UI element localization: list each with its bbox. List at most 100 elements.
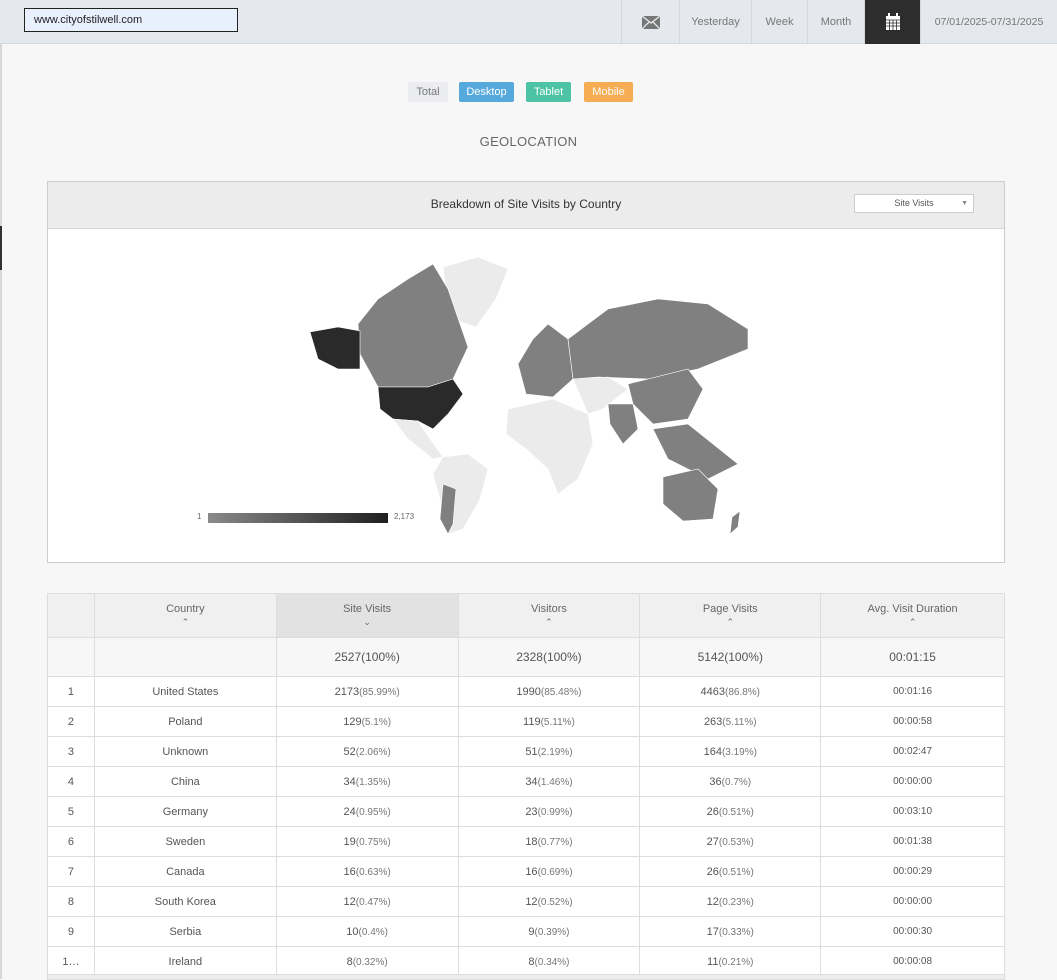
- site-selector-input[interactable]: [24, 8, 238, 32]
- country-cell: China: [93, 766, 277, 797]
- header-label: Page Visits: [702, 603, 758, 615]
- table-row[interactable]: 8 South Korea 12(0.47%) 12(0.52%) 12(0.2…: [47, 886, 1005, 917]
- top-bar: Yesterday Week Month 07/01/2025-07/31/20…: [0, 0, 1057, 44]
- country-cell: Canada: [93, 856, 277, 887]
- pct: (0.23%): [718, 896, 754, 908]
- pct: (0.33%): [718, 926, 754, 938]
- legend-gradient: [208, 513, 388, 523]
- calendar-button[interactable]: [864, 0, 920, 44]
- visitors-header[interactable]: Visitors ⌃: [457, 593, 641, 638]
- map-russia: [567, 298, 749, 380]
- pct: (0.95%): [355, 806, 391, 818]
- pct: (0.4%): [358, 926, 388, 938]
- yesterday-button[interactable]: Yesterday: [679, 0, 751, 44]
- pct: (0.39%): [534, 926, 570, 938]
- pct: (0.47%): [355, 896, 391, 908]
- value: 18: [525, 835, 538, 848]
- map-new-zealand: [729, 510, 741, 535]
- country-cell: South Korea: [93, 886, 277, 917]
- week-button[interactable]: Week: [751, 0, 807, 44]
- value: 2328: [516, 650, 543, 664]
- table-row[interactable]: 9 Serbia 10(0.4%) 9(0.39%) 17(0.33%) 00:…: [47, 916, 1005, 947]
- value: 164: [703, 745, 722, 758]
- value: 34: [343, 775, 356, 788]
- map-europe: [517, 323, 574, 398]
- row-index: 3: [47, 736, 95, 767]
- country-header[interactable]: Country ⌃: [93, 593, 277, 638]
- table-row[interactable]: 7 Canada 16(0.63%) 16(0.69%) 26(0.51%) 0…: [47, 856, 1005, 887]
- country-cell: Germany: [93, 796, 277, 827]
- visitors-cell: 1990(85.48%): [457, 676, 641, 707]
- value: 129: [343, 715, 362, 728]
- mobile-filter-button[interactable]: Mobile: [584, 82, 633, 102]
- table-row[interactable]: 1… Ireland 8(0.32%) 8(0.34%) 11(0.21%) 0…: [47, 946, 1005, 977]
- value: 263: [703, 715, 723, 728]
- world-map[interactable]: [48, 229, 1004, 562]
- site-visits-cell: 34(1.35%): [275, 766, 459, 797]
- pct: (0.21%): [718, 956, 754, 968]
- table-row[interactable]: 2 Poland 129(5.1%) 119(5.11%) 263(5.11%)…: [47, 706, 1005, 737]
- envelope-icon: [641, 15, 660, 30]
- desktop-filter-button[interactable]: Desktop: [459, 82, 514, 102]
- table-row[interactable]: 6 Sweden 19(0.75%) 18(0.77%) 27(0.53%) 0…: [47, 826, 1005, 857]
- page-visits-cell: 263(5.11%): [639, 706, 822, 737]
- total-duration: 00:01:15: [820, 637, 1005, 677]
- map-africa: [505, 398, 594, 495]
- pct: (5.1%): [361, 716, 392, 728]
- pct: (85.99%): [359, 686, 400, 698]
- pct: (0.77%): [537, 836, 573, 848]
- pct: (0.51%): [718, 806, 754, 818]
- date-range[interactable]: 07/01/2025-07/31/2025: [920, 0, 1057, 44]
- page-visits-cell: 36(0.7%): [639, 766, 822, 797]
- country-cell: United States: [93, 676, 277, 707]
- row-index: 9: [47, 916, 95, 947]
- value: 27: [706, 835, 719, 848]
- page-visits-cell: 26(0.51%): [639, 856, 822, 887]
- tablet-filter-button[interactable]: Tablet: [526, 82, 571, 102]
- value: 119: [523, 715, 541, 728]
- value: 12: [706, 895, 719, 908]
- visitors-cell: 34(1.46%): [457, 766, 641, 797]
- page-visits-cell: 11(0.21%): [639, 946, 822, 977]
- value: 12: [525, 895, 538, 908]
- sort-up-icon[interactable]: ⌃: [640, 617, 820, 628]
- site-visits-cell: 8(0.32%): [275, 946, 459, 977]
- row-index: 4: [47, 766, 95, 797]
- value: 34: [525, 775, 538, 788]
- sort-up-icon[interactable]: ⌃: [821, 617, 1004, 628]
- total-row: 2527(100%) 2328(100%) 5142(100%) 00:01:1…: [47, 637, 1005, 677]
- country-cell: Poland: [93, 706, 277, 737]
- value: 19: [343, 835, 356, 848]
- left-border: [0, 44, 2, 979]
- calendar-icon: [885, 13, 900, 31]
- duration-cell: 00:01:16: [820, 676, 1005, 707]
- metric-select[interactable]: Site Visits ▼: [854, 194, 974, 213]
- month-button[interactable]: Month: [807, 0, 864, 44]
- total-filter-button[interactable]: Total: [408, 82, 448, 102]
- table-row[interactable]: 5 Germany 24(0.95%) 23(0.99%) 26(0.51%) …: [47, 796, 1005, 827]
- sidebar-toggle[interactable]: [0, 226, 2, 270]
- duration-cell: 00:01:38: [820, 826, 1005, 857]
- row-index: 1: [47, 676, 95, 707]
- table-row[interactable]: 1 United States 2173(85.99%) 1990(85.48%…: [47, 676, 1005, 707]
- value: 51: [525, 745, 538, 758]
- site-visits-cell: 129(5.1%): [275, 706, 459, 737]
- pct: (100%): [724, 650, 763, 664]
- sort-down-icon[interactable]: ⌄: [277, 617, 458, 628]
- email-report-button[interactable]: [621, 0, 679, 44]
- total-index: [47, 637, 95, 677]
- pct: (0.34%): [534, 956, 570, 968]
- table-row[interactable]: 3 Unknown 52(2.06%) 51(2.19%) 164(3.19%)…: [47, 736, 1005, 767]
- pct: (0.53%): [718, 836, 754, 848]
- sort-up-icon[interactable]: ⌃: [95, 617, 276, 628]
- site-visits-cell: 19(0.75%): [275, 826, 459, 857]
- site-visits-header[interactable]: Site Visits ⌄: [275, 593, 459, 638]
- table-row[interactable]: 4 China 34(1.35%) 34(1.46%) 36(0.7%) 00:…: [47, 766, 1005, 797]
- duration-header[interactable]: Avg. Visit Duration ⌃: [820, 593, 1005, 638]
- total-country: [93, 637, 277, 677]
- legend-min: 1: [197, 512, 202, 521]
- page-visits-header[interactable]: Page Visits ⌃: [639, 593, 822, 638]
- visitors-cell: 9(0.39%): [457, 916, 641, 947]
- value: 16: [525, 865, 538, 878]
- sort-up-icon[interactable]: ⌃: [459, 617, 640, 628]
